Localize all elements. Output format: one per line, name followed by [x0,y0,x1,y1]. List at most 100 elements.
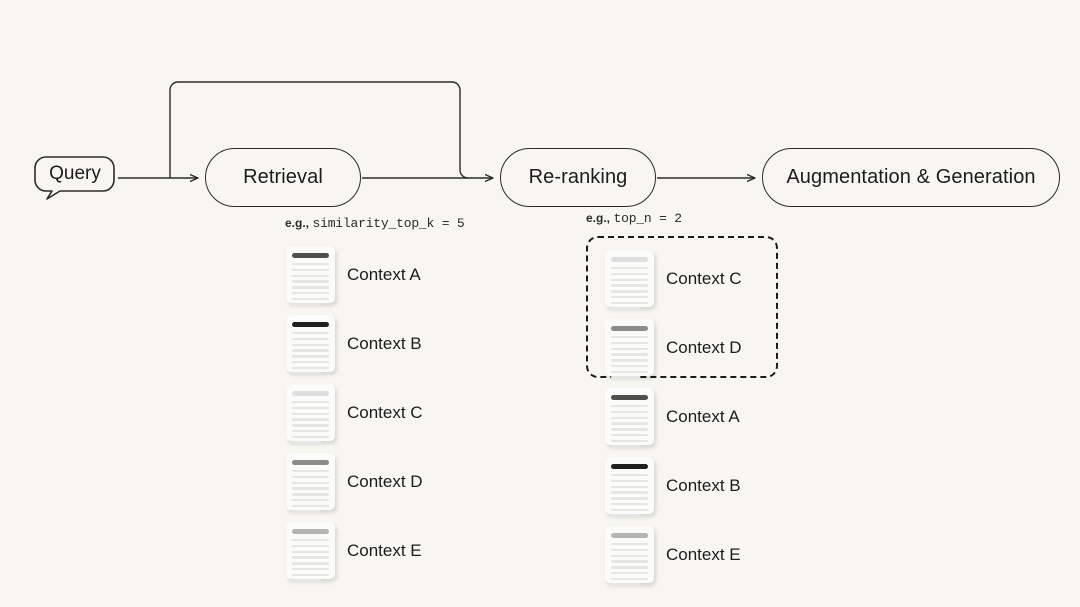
query-bubble[interactable]: Query [36,155,120,207]
retrieval-param-caption: e.g., similarity_top_k = 5 [285,216,465,231]
document-text-line [292,303,321,306]
context-item[interactable]: Context B [286,315,422,375]
document-text-line [292,355,329,358]
document-title-bar [611,326,648,331]
document-text-line [292,349,329,352]
document-text-line [611,560,648,563]
document-text-line [292,475,329,479]
context-item[interactable]: Context D [605,319,742,379]
document-title-bar [611,533,648,538]
document-text-line [292,337,329,341]
context-label: Context A [347,264,421,284]
document-title-bar [292,529,329,534]
document-text-line [292,360,329,364]
document-text-line [292,487,329,490]
node-augmentation-label: Augmentation & Generation [786,166,1036,188]
document-text-line [611,410,648,414]
context-item[interactable]: Context E [605,526,741,586]
diagram-canvas: Query Retrieval Re-ranking Augmentation … [0,0,1080,607]
retrieval-param-prefix: e.g., [285,216,310,230]
context-label: Context D [666,337,742,357]
node-augmentation-generation[interactable]: Augmentation & Generation [762,148,1060,207]
context-item[interactable]: Context C [605,250,742,310]
document-text-line [611,290,648,293]
document-text-line [292,498,329,502]
context-item[interactable]: Context A [605,388,740,448]
context-item[interactable]: Context E [286,522,422,582]
document-text-line [611,508,648,512]
document-text-line [611,583,640,586]
document-icon [286,522,335,582]
document-icon [605,457,654,517]
document-text-line [292,406,329,410]
document-text-line [292,343,329,346]
context-item[interactable]: Context A [286,246,421,306]
context-label: Context E [347,540,422,560]
document-title-bar [292,253,329,258]
node-retrieval[interactable]: Retrieval [205,148,361,207]
document-text-line [611,502,648,506]
document-text-line [611,336,648,339]
document-title-bar [292,391,329,396]
document-icon [605,526,654,586]
document-text-line [611,428,648,431]
document-text-line [611,491,648,494]
document-text-line [292,579,321,582]
document-text-line [611,416,648,419]
document-text-line [292,372,321,375]
document-text-line [611,474,648,477]
document-text-line [292,441,321,444]
context-item[interactable]: Context C [286,384,423,444]
document-text-line [292,274,329,277]
document-text-line [611,341,648,345]
document-title-bar [611,257,648,262]
document-text-line [611,543,648,546]
document-text-line [292,567,329,571]
context-item[interactable]: Context D [286,453,423,513]
document-text-line [292,297,329,301]
document-text-line [292,493,329,496]
document-text-line [292,470,329,473]
document-text-line [611,376,640,379]
document-text-line [611,278,648,281]
document-text-line [292,291,329,295]
connector-layer [34,81,1080,200]
document-text-line [611,577,648,581]
document-text-line [292,544,329,548]
document-text-line [611,364,648,368]
context-item[interactable]: Context B [605,457,741,517]
node-reranking[interactable]: Re-ranking [500,148,656,207]
document-text-line [611,347,648,350]
node-reranking-label: Re-ranking [528,166,628,188]
document-title-bar [292,460,329,465]
document-text-line [611,295,648,299]
document-text-line [292,504,329,508]
document-text-line [611,422,648,425]
query-label: Query [49,163,101,184]
context-label: Context B [347,333,422,353]
document-text-line [292,481,329,484]
document-title-bar [611,395,648,400]
document-text-line [292,418,329,421]
document-text-line [292,401,329,404]
document-text-line [292,263,329,266]
document-text-line [292,556,329,559]
context-label: Context B [666,475,741,495]
document-text-line [611,514,640,517]
document-text-line [292,435,329,439]
document-text-line [611,272,648,276]
context-label: Context C [666,268,742,288]
document-text-line [292,412,329,415]
document-text-line [611,439,648,443]
document-text-line [611,307,640,310]
context-label: Context C [347,402,423,422]
document-text-line [292,286,329,289]
document-text-line [292,332,329,335]
document-text-line [292,562,329,565]
retrieval-param-code: similarity_top_k = 5 [312,216,465,231]
document-icon [286,453,335,513]
document-text-line [292,539,329,542]
document-icon [605,250,654,310]
document-text-line [611,554,648,557]
document-text-line [611,548,648,552]
